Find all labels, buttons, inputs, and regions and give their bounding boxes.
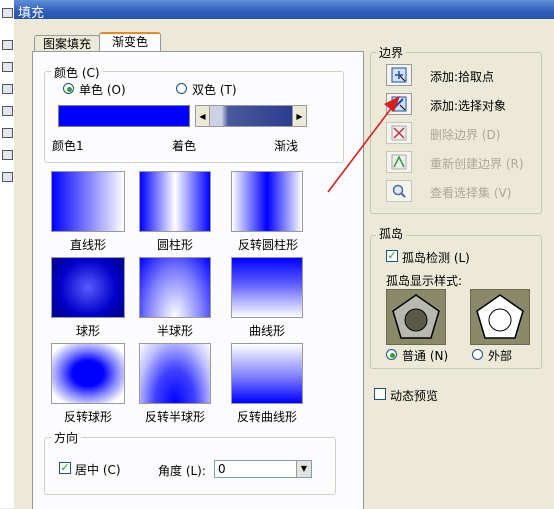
title-bar[interactable]: 填充 <box>14 0 554 21</box>
radio-label: 单色 (O) <box>79 83 126 97</box>
radio-label: 双色 (T) <box>192 83 237 97</box>
checkbox-indicator <box>374 388 386 400</box>
pick-points-icon <box>391 67 407 83</box>
two-color-radio[interactable]: 双色 (T) <box>176 81 256 97</box>
gradient-invhemispherical-tile[interactable] <box>139 343 211 404</box>
gradient-linear-tile[interactable] <box>51 171 125 232</box>
shade-tint-slider[interactable] <box>210 105 292 127</box>
color-group-label: 颜色 (C) <box>51 64 103 81</box>
dynamic-preview-checkbox[interactable]: 动态预览 <box>374 387 464 403</box>
checkbox-indicator: ✓ <box>59 461 71 474</box>
pattern-label: 圆柱形 <box>156 238 193 252</box>
gradient-spherical-tile[interactable] <box>51 257 125 318</box>
boundary-button-label: 添加:拾取点 <box>430 70 495 84</box>
pattern-label: 反转球形 <box>63 410 112 424</box>
toolbar-icon <box>2 40 13 50</box>
radio-indicator <box>472 349 483 360</box>
boundary-button-label: 添加:选择对象 <box>430 99 507 113</box>
pattern-label: 反转圆柱形 <box>237 238 298 252</box>
add-pick-points-button[interactable] <box>386 64 412 86</box>
chevron-down-icon[interactable]: ▼ <box>296 461 311 477</box>
shade-label: 渐浅 <box>274 139 299 153</box>
island-outer-radio[interactable]: 外部 <box>472 347 532 363</box>
toolbar-icon <box>2 106 13 116</box>
checkbox-label: 动态预览 <box>390 389 439 403</box>
gradient-invspherical-tile[interactable] <box>51 343 125 404</box>
boundary-button-label: 查看选择集 (V) <box>430 186 512 200</box>
gradient-hemispherical-tile[interactable] <box>139 257 211 318</box>
toolbar-icon <box>2 150 13 160</box>
gradient-cylinder-tile[interactable] <box>139 171 211 232</box>
gradient-invcylinder-tile[interactable] <box>231 171 303 232</box>
island-group-label: 孤岛 <box>376 225 407 242</box>
window-title: 填充 <box>18 6 45 21</box>
pattern-label: 球形 <box>75 324 100 338</box>
color1-label: 颜色1 <box>52 139 84 153</box>
radio-label: 普通 (N) <box>402 349 449 363</box>
tab-pattern-fill[interactable]: 图案填充 <box>34 35 100 52</box>
toolbar-icon <box>2 128 13 138</box>
annotation-arrow <box>327 96 400 193</box>
hatch-dialog: 填充 图案填充 渐变色 颜色 (C) 单色 (O) 双色 (T) ◀ ▶ 颜色1… <box>14 0 554 509</box>
angle-label: 角度 (L): <box>158 464 206 478</box>
boundary-button-label: 删除边界 (D) <box>430 128 501 142</box>
island-normal-preview[interactable] <box>386 289 446 345</box>
radio-indicator <box>176 83 187 94</box>
gradient-curved-tile[interactable] <box>231 257 303 318</box>
radio-indicator <box>63 83 74 94</box>
island-outer-preview[interactable] <box>470 289 530 345</box>
color1-swatch[interactable] <box>58 105 190 127</box>
island-normal-icon <box>392 294 440 339</box>
pattern-label: 反转曲线形 <box>236 410 297 424</box>
angle-select[interactable]: 0 ▼ <box>214 460 312 478</box>
island-outer-icon <box>476 294 524 339</box>
radio-label: 外部 <box>488 349 513 363</box>
pattern-label: 直线形 <box>69 238 106 252</box>
background-app-strip <box>0 0 15 508</box>
tab-label: 渐变色 <box>111 35 148 49</box>
pattern-label: 反转半球形 <box>144 410 205 424</box>
shade-scroll-left-button[interactable]: ◀ <box>195 105 210 127</box>
centered-checkbox[interactable]: ✓ 居中 (C) <box>59 461 139 477</box>
checkbox-label: 居中 (C) <box>75 463 121 477</box>
toolbar-icon <box>2 8 13 18</box>
island-style-label: 孤岛显示样式: <box>386 274 463 288</box>
toolbar-icon <box>2 62 13 72</box>
pattern-label: 曲线形 <box>248 324 285 338</box>
checkbox-indicator: ✓ <box>386 249 398 262</box>
checkbox-label: 孤岛检测 (L) <box>402 251 470 265</box>
tab-label: 图案填充 <box>42 37 91 51</box>
shade-scroll-right-button[interactable]: ▶ <box>292 105 307 127</box>
toolbar-icon <box>2 84 13 94</box>
gradient-invcurved-tile[interactable] <box>231 343 303 404</box>
tint-label: 着色 <box>172 139 197 153</box>
angle-value: 0 <box>218 462 226 476</box>
boundary-group-label: 边界 <box>376 44 407 61</box>
pattern-label: 半球形 <box>156 324 193 338</box>
single-color-radio[interactable]: 单色 (O) <box>63 81 143 97</box>
radio-indicator <box>386 349 397 360</box>
direction-group-label: 方向 <box>51 429 82 446</box>
island-normal-radio[interactable]: 普通 (N) <box>386 347 456 363</box>
tab-gradient[interactable]: 渐变色 <box>99 32 161 53</box>
island-detection-checkbox[interactable]: ✓ 孤岛检测 (L) <box>386 249 526 265</box>
toolbar-icon <box>2 172 13 182</box>
boundary-button-label: 重新创建边界 (R) <box>430 157 524 171</box>
